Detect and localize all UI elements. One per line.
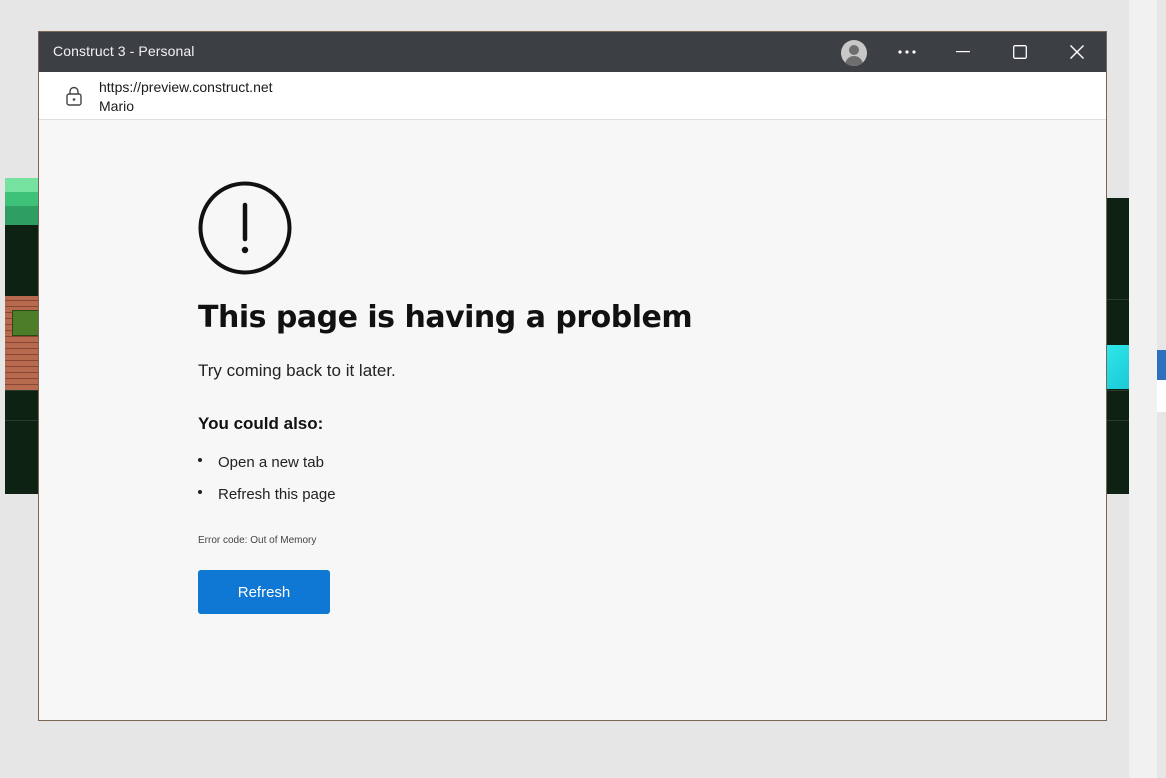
more-options-button[interactable] — [884, 32, 930, 72]
maximize-icon — [1013, 45, 1027, 59]
grass-tile — [5, 178, 38, 225]
side-panel — [1129, 0, 1157, 778]
window-title: Construct 3 - Personal — [53, 43, 195, 59]
side-panel-tab[interactable] — [1157, 380, 1166, 412]
error-page: This page is having a problem Try coming… — [39, 120, 1106, 720]
person-avatar-icon[interactable] — [841, 40, 867, 66]
suggestion-open-new-tab: Open a new tab — [218, 454, 324, 471]
close-button[interactable] — [1054, 32, 1100, 72]
suggestion-refresh-page: Refresh this page — [218, 486, 336, 503]
list-item: Open a new tab — [198, 454, 324, 471]
lock-icon[interactable] — [66, 86, 82, 106]
list-item: Refresh this page — [198, 486, 336, 503]
address-bar[interactable]: https://preview.construct.net Mario — [39, 72, 1106, 120]
close-icon — [1070, 45, 1084, 59]
minimize-icon — [956, 51, 970, 53]
error-code: Error code: Out of Memory — [198, 535, 317, 546]
bullet — [198, 457, 202, 462]
maximize-button[interactable] — [997, 32, 1043, 72]
title-bar[interactable]: Construct 3 - Personal — [39, 32, 1106, 72]
ellipsis-icon — [898, 50, 916, 54]
page-title: Mario — [99, 98, 135, 114]
suggestions-heading: You could also: — [198, 414, 324, 433]
error-heading: This page is having a problem — [198, 300, 693, 335]
preview-window: Construct 3 - Personal https://preview.c… — [38, 31, 1107, 721]
bullet — [198, 489, 202, 494]
water-tile — [1107, 345, 1129, 389]
address-url: https://preview.construct.net — [99, 79, 273, 95]
exclamation-circle-icon — [198, 181, 292, 275]
side-panel-tab[interactable] — [1157, 350, 1166, 380]
minimize-button[interactable] — [940, 32, 986, 72]
error-message: Try coming back to it later. — [198, 361, 396, 380]
sprite-object — [12, 310, 40, 336]
refresh-button[interactable]: Refresh — [198, 570, 330, 614]
